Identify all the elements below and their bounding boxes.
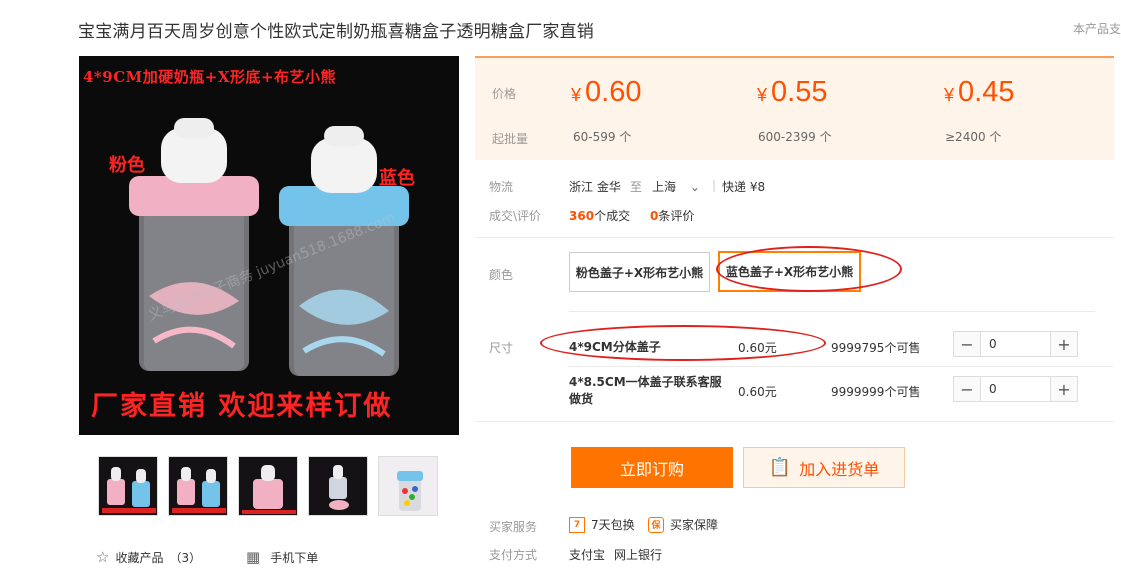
- express-fee: 快递 ¥8: [722, 180, 766, 194]
- payment-online-bank: 网上银行: [614, 548, 663, 562]
- plus-button[interactable]: +: [1051, 377, 1077, 401]
- favorite-product[interactable]: ☆ 收藏产品 （3）: [96, 548, 201, 566]
- color-option-blue[interactable]: 蓝色盖子+X形布艺小熊: [718, 251, 861, 292]
- logistics-label: 物流: [489, 180, 514, 194]
- price-tier-2: ¥0.55: [757, 76, 828, 108]
- mobile-order[interactable]: ▦ 手机下单: [246, 548, 318, 566]
- divider: [475, 421, 1114, 422]
- size-stock: 9999795个可售: [831, 341, 921, 355]
- size-stock: 9999999个可售: [831, 385, 921, 399]
- minus-button[interactable]: −: [954, 332, 980, 356]
- transactions-label: 成交\评价: [489, 209, 542, 223]
- reviews-word: 条评价: [658, 209, 695, 223]
- moq-tier-1: 60-599 个: [573, 130, 632, 144]
- color-label: 颜色: [489, 268, 514, 282]
- quantity-stepper[interactable]: − 0 +: [953, 376, 1078, 402]
- add-to-cart-button[interactable]: 📋 加入进货单: [743, 447, 905, 488]
- bottles-illustration: [129, 118, 409, 376]
- quantity-stepper[interactable]: − 0 +: [953, 331, 1078, 357]
- size-label: 尺寸: [489, 341, 514, 355]
- payment-label: 支付方式: [489, 548, 538, 562]
- price-tier-1: ¥0.60: [571, 76, 642, 108]
- destination-value: 上海: [652, 180, 677, 194]
- divider: [569, 311, 1095, 312]
- logistics-to-word: 至: [630, 180, 643, 194]
- service-text: 7天包换: [591, 518, 635, 532]
- deals-word: 个成交: [594, 209, 631, 223]
- minus-button[interactable]: −: [954, 377, 980, 401]
- reviews-summary[interactable]: 0条评价: [650, 207, 694, 224]
- deals-summary[interactable]: 360个成交: [569, 207, 630, 224]
- service-text: 买家保障: [670, 518, 719, 532]
- color-option-pink[interactable]: 粉色盖子+X形布艺小熊: [569, 252, 710, 292]
- mobile-order-label: 手机下单: [270, 550, 319, 565]
- thumbnail-2[interactable]: [168, 456, 228, 516]
- image-blue-label: 蓝色: [379, 168, 415, 189]
- thumbnail-4[interactable]: [308, 456, 368, 516]
- service-buyer-protection[interactable]: 保 买家保障: [648, 516, 718, 533]
- logistics-from: 浙江 金华: [569, 180, 621, 194]
- thumbnail-5[interactable]: [378, 456, 438, 516]
- clipboard-icon: 📋: [768, 457, 792, 478]
- main-product-image: 4*9CM加硬奶瓶+X形底+布艺小熊 粉色 蓝色 义乌聚源电子商务 juyuan…: [79, 56, 459, 435]
- buyer-protection-icon: 保: [648, 516, 664, 533]
- services-label: 买家服务: [489, 520, 538, 534]
- price-panel: 价格 起批量 ¥0.60 ¥0.55 ¥0.45 60-599 个 600-23…: [475, 56, 1114, 160]
- price-tier-3: ¥0.45: [944, 76, 1015, 108]
- thumbnail-3[interactable]: [238, 456, 298, 516]
- add-to-cart-label: 加入进货单: [799, 459, 880, 479]
- image-banner-text: 4*9CM加硬奶瓶+X形底+布艺小熊: [83, 68, 337, 86]
- chevron-down-icon: ⌄: [689, 180, 700, 194]
- moq-tier-2: 600-2399 个: [758, 130, 832, 144]
- divider: [475, 237, 1114, 238]
- quantity-input[interactable]: 0: [980, 377, 1051, 401]
- product-title: 宝宝满月百天周岁创意个性欧式定制奶瓶喜糖盒子透明糖盒厂家直销: [78, 22, 594, 42]
- favorite-count: （3）: [169, 550, 202, 565]
- logistics-destination-select[interactable]: 上海 ⌄: [652, 178, 700, 195]
- divider: [569, 366, 1113, 367]
- size-price: 0.60元: [738, 385, 777, 399]
- thumbnail-1[interactable]: [98, 456, 158, 516]
- size-price: 0.60元: [738, 341, 777, 355]
- plus-button[interactable]: +: [1051, 332, 1077, 356]
- deals-count: 360: [569, 209, 595, 223]
- size-name: 4*8.5CM一体盖子联系客服做货: [569, 375, 722, 406]
- image-pink-label: 粉色: [109, 155, 145, 176]
- separator: |: [712, 178, 717, 192]
- service-7day-return[interactable]: 7 7天包换: [569, 516, 635, 533]
- favorite-label: 收藏产品: [115, 550, 164, 565]
- image-bottom-text: 厂家直销 欢迎来样订做: [91, 391, 393, 422]
- seven-day-return-icon: 7: [569, 516, 585, 533]
- size-name: 4*9CM分体盖子: [569, 340, 661, 354]
- buy-now-button[interactable]: 立即订购: [571, 447, 733, 488]
- quantity-input[interactable]: 0: [980, 332, 1051, 356]
- qr-code-icon: ▦: [246, 548, 261, 566]
- moq-tier-3: ≥2400 个: [945, 130, 1002, 144]
- product-support-text: 本产品支: [1073, 22, 1121, 36]
- star-icon: ☆: [96, 548, 110, 566]
- payment-alipay: 支付宝: [569, 548, 606, 562]
- price-label: 价格: [492, 87, 517, 101]
- moq-label: 起批量: [492, 132, 529, 146]
